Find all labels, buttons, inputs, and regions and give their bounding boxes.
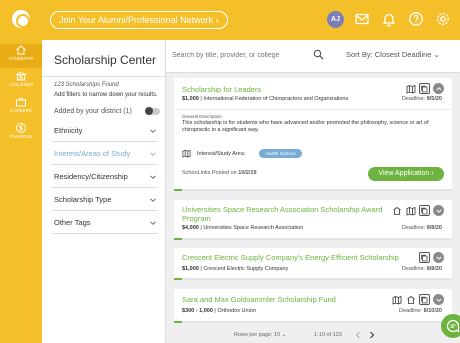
district-toggle[interactable] [145,107,160,115]
nav-finances[interactable]: FINANCES [0,122,42,146]
scholarship-meta: $300 - 1,000 | Orthodox Union [182,308,256,314]
college-icon [15,71,27,81]
sort-dropdown[interactable]: Sort By: Closest Deadline ⌄ [346,50,440,59]
description-text: This scholarship is for students who hav… [182,120,429,134]
copy-icon[interactable] [419,294,430,305]
scholarship-title[interactable]: Sara and Max Goldsammler Scholarship Fun… [182,295,382,304]
deadline-progress-track [174,238,452,240]
scholarship-title[interactable]: Universities Space Research Association … [182,205,390,224]
chevron-up-icon[interactable] [433,83,444,94]
chevron-right-icon[interactable] [368,331,376,339]
filter-hint: Add filters to narrow down your results. [54,92,158,98]
copy-icon[interactable] [419,83,430,94]
study-area: Interest/Study Area: Health Science [182,149,302,158]
college-icon[interactable] [405,294,416,305]
scholarship-meta: $1,000 | International Federation of Chi… [182,96,349,102]
deadline-progress [174,238,183,240]
chevron-down-icon[interactable] [433,252,444,263]
scholarship-card[interactable]: Sara and Max Goldsammler Scholarship Fun… [174,289,452,323]
left-nav: STUDENTS COLLEGES CAREERS FINANCES [0,40,42,343]
copy-icon[interactable] [419,252,430,263]
rows-per-page-select[interactable]: Rows per page: 10 ⌄ [234,332,286,338]
scholarship-card[interactable]: Universities Space Research Association … [174,200,452,240]
deadline-progress-track [174,278,452,280]
chevron-down-icon [150,175,156,179]
scholarship-meta: $1,000 | Crescent Electric Supply Compan… [182,266,289,272]
search-bar: Sort By: Closest Deadline ⌄ [166,40,460,73]
posted-date: SchooLinks Posted on 10/2/19 [182,170,257,176]
search-icon[interactable] [313,49,324,60]
divider [174,109,452,110]
card-actions [419,252,444,263]
filter-ethnicity[interactable]: Ethnicity [52,120,158,142]
chevron-down-icon [150,152,156,156]
filter-interest[interactable]: Interest/Areas of Study [52,143,158,165]
settings-icon[interactable] [434,10,452,28]
chat-button[interactable] [441,314,460,338]
scholarship-title[interactable]: Scholarship for Leaders [182,85,372,94]
home-icon [16,45,26,55]
chevron-left-icon[interactable] [354,331,362,339]
map-icon[interactable] [391,294,402,305]
map-icon[interactable] [405,83,416,94]
card-actions [391,294,444,305]
dollar-icon [16,123,26,133]
results-area: Sort By: Closest Deadline ⌄ Scholarship … [166,40,460,343]
top-bar: Join Your Alumni/Professional Network › … [0,0,460,40]
top-icons: AJ [327,10,452,28]
district-filter-label: Added by your district (1) [54,108,132,115]
deadline-progress-track [174,189,452,191]
filter-other-tags[interactable]: Other Tags [52,212,158,234]
chat-icon [446,319,460,333]
app-logo[interactable] [12,10,30,28]
scholarship-title[interactable]: Crescent Electric Supply Company's Energ… [182,253,399,262]
chevron-down-icon [150,129,156,133]
chevron-down-icon [150,221,156,225]
pagination: Rows per page: 10 ⌄ 1-10 of 123 [166,329,460,343]
chevron-down-icon [150,198,156,202]
map-icon[interactable] [405,205,416,216]
results-count: 123 Scholarships Found [54,82,119,88]
search-input[interactable] [172,48,312,62]
deadline: Deadline: 8/10/20 [398,308,442,314]
deadline-progress [174,278,183,280]
deadline-progress [174,189,183,191]
nav-students[interactable]: STUDENTS [0,44,42,68]
deadline: Deadline: 8/5/20 [401,96,442,102]
deadline-progress [174,321,183,323]
chevron-down-icon[interactable] [433,294,444,305]
scholarship-card[interactable]: Scholarship for Leaders $1,000 | Interna… [174,78,452,191]
deadline: Deadline: 8/8/20 [401,266,442,272]
view-application-button[interactable]: View Application › [368,167,444,181]
nav-careers[interactable]: CAREERS [0,96,42,120]
filter-scholarship-type[interactable]: Scholarship Type [52,189,158,211]
nav-colleges[interactable]: COLLEGES [0,70,42,94]
page-range: 1-10 of 123 [314,332,342,338]
help-icon[interactable] [407,10,425,28]
alumni-network-button[interactable]: Join Your Alumni/Professional Network › [50,11,228,29]
map-icon [182,149,191,158]
study-tag[interactable]: Health Science [259,149,302,158]
page-title: Scholarship Center [54,53,157,67]
scholarship-meta: $4,000 | Universities Space Research Ass… [182,225,304,231]
card-actions [405,83,444,94]
deadline: Deadline: 8/8/20 [401,225,442,231]
briefcase-icon [16,98,26,107]
filter-panel: Scholarship Center 123 Scholarships Foun… [42,40,166,343]
mail-icon[interactable] [353,10,371,28]
card-actions [391,205,444,216]
scholarship-card[interactable]: Crescent Electric Supply Company's Energ… [174,248,452,280]
divider [42,76,166,77]
filter-residency[interactable]: Residency/Citizenship [52,166,158,188]
bell-icon[interactable] [380,10,398,28]
college-icon[interactable] [391,205,402,216]
chevron-down-icon[interactable] [433,205,444,216]
copy-icon[interactable] [419,205,430,216]
description-label: General Description [182,114,222,119]
deadline-progress-track [174,321,452,323]
avatar[interactable]: AJ [327,10,344,28]
